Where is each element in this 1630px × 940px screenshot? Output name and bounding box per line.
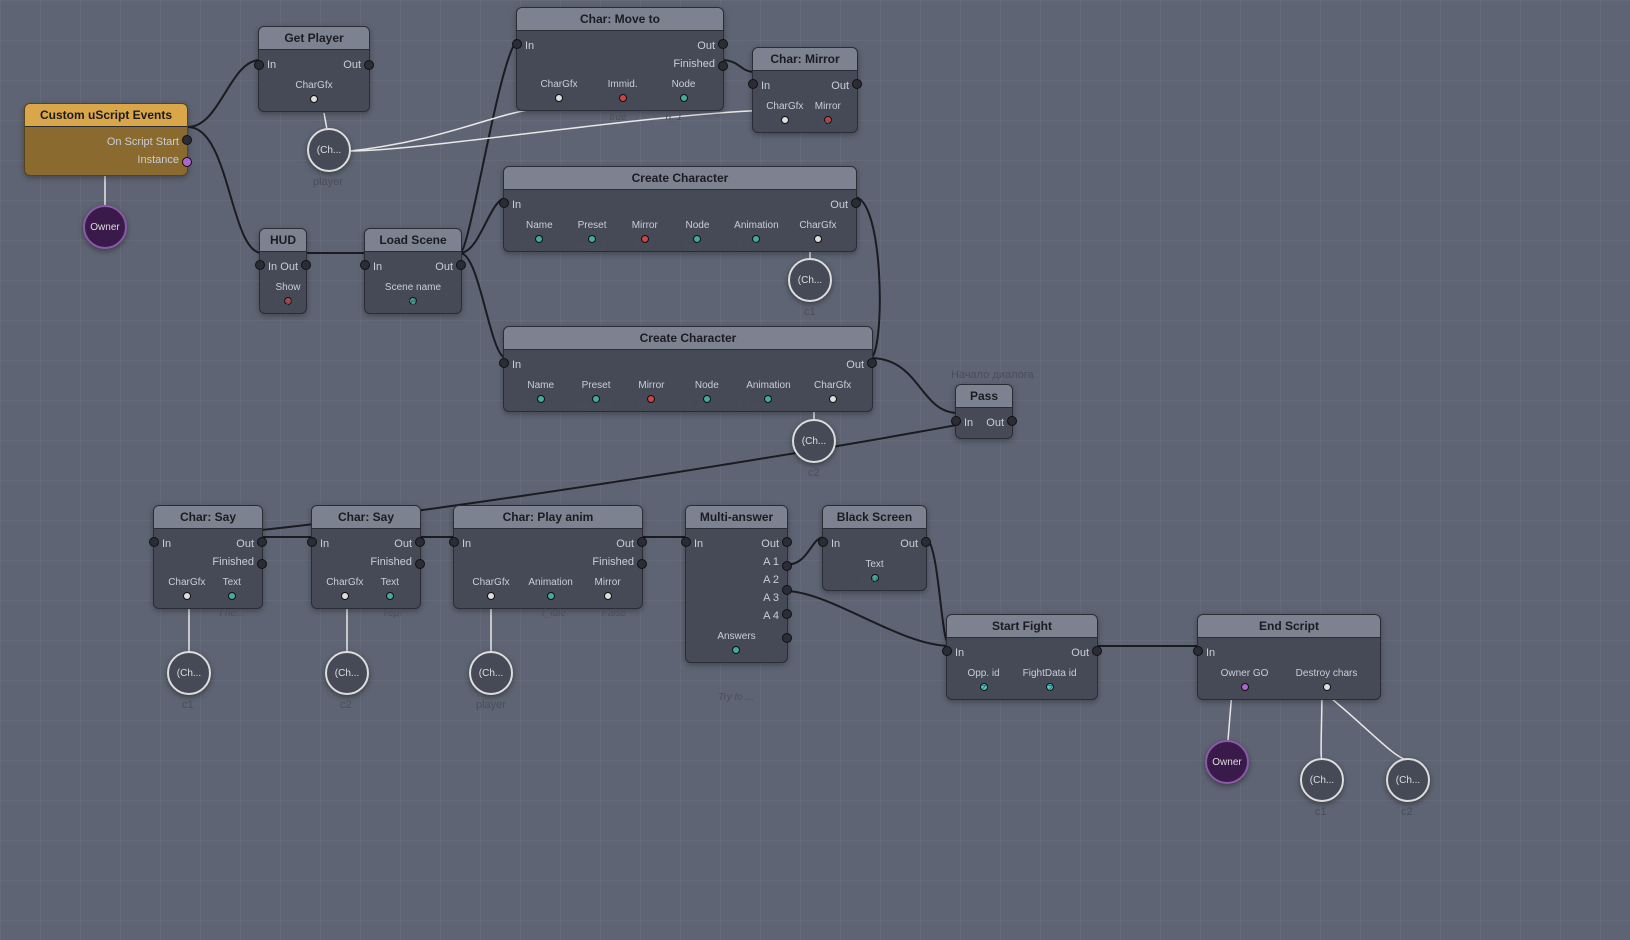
bubble-end-c1[interactable]: (Ch... <box>1300 758 1344 802</box>
bubble-player[interactable]: (Ch... <box>307 128 351 172</box>
node-pass[interactable]: Pass InOut <box>955 384 1013 439</box>
node-say-2[interactable]: Char: Say InOut Finished CharGfx Text <box>311 505 421 609</box>
node-play-anim[interactable]: Char: Play anim InOut Finished CharGfx A… <box>453 505 643 609</box>
node-get-player[interactable]: Get Player InOut CharGfx <box>258 26 370 112</box>
bubble-say2[interactable]: (Ch... <box>325 651 369 695</box>
bubble-c2[interactable]: (Ch... <box>792 419 836 463</box>
bubble-owner[interactable]: Owner <box>83 205 127 249</box>
node-title: Get Player <box>259 27 369 50</box>
node-end-script[interactable]: End Script In Owner GO Destroy chars <box>1197 614 1381 700</box>
bubble-play[interactable]: (Ch... <box>469 651 513 695</box>
node-custom-events[interactable]: Custom uScript Events On Script Start In… <box>24 103 188 176</box>
bubble-end-c2[interactable]: (Ch... <box>1386 758 1430 802</box>
bubble-c1[interactable]: (Ch... <box>788 258 832 302</box>
bubble-say1[interactable]: (Ch... <box>167 651 211 695</box>
node-move-to[interactable]: Char: Move to InOut Finished CharGfx Imm… <box>516 7 724 111</box>
node-create-char-2[interactable]: Create Character InOut Name Preset Mirro… <box>503 326 873 412</box>
bubble-owner-2[interactable]: Owner <box>1205 740 1249 784</box>
comment-note: Начало диалога <box>951 369 1034 381</box>
node-create-char-1[interactable]: Create Character InOut Name Preset Mirro… <box>503 166 857 252</box>
node-say-1[interactable]: Char: Say InOut Finished CharGfx Text <box>153 505 263 609</box>
node-title: Custom uScript Events <box>25 104 187 127</box>
node-multi-answer[interactable]: Multi-answer InOut A 1 A 2 A 3 A 4 Answe… <box>685 505 788 663</box>
